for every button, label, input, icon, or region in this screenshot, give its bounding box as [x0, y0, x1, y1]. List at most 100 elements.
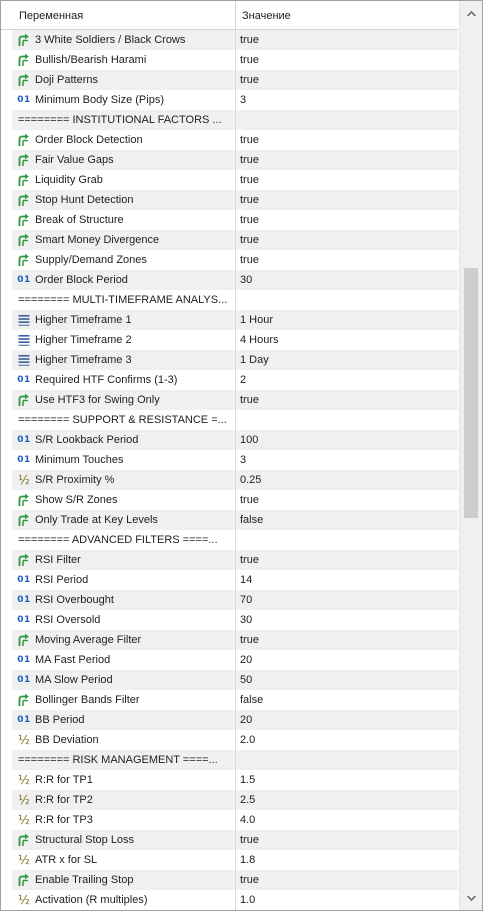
parameter-row[interactable]: Enable Trailing Stop true	[12, 870, 458, 890]
parameter-value-cell[interactable]: false	[240, 690, 458, 710]
parameter-value-cell[interactable]: 1.5	[240, 770, 458, 790]
parameter-value-cell[interactable]: 14	[240, 570, 458, 590]
parameter-row[interactable]: Structural Stop Loss true	[12, 830, 458, 850]
parameter-value-cell[interactable]: false	[240, 510, 458, 530]
parameter-value-cell[interactable]: 20	[240, 650, 458, 670]
parameter-row[interactable]: Use HTF3 for Swing Only true	[12, 390, 458, 410]
parameter-row[interactable]: ½ Activation (R multiples) 1.0	[12, 890, 458, 910]
parameter-value-cell[interactable]: true	[240, 150, 458, 170]
parameter-value-cell[interactable]: true	[240, 630, 458, 650]
parameter-row[interactable]: RSI Filter true	[12, 550, 458, 570]
parameter-value-cell[interactable]: 1 Hour	[240, 310, 458, 330]
section-separator-row[interactable]: ======== MULTI-TIMEFRAME ANALYS...	[12, 290, 458, 310]
parameter-row[interactable]: 01 S/R Lookback Period 100	[12, 430, 458, 450]
parameter-name-cell: 01 S/R Lookback Period	[12, 430, 236, 450]
parameter-row[interactable]: 01 Order Block Period 30	[12, 270, 458, 290]
chevron-up-icon[interactable]	[460, 5, 482, 22]
parameter-value-cell[interactable]: true	[240, 210, 458, 230]
parameter-value-cell[interactable]: 50	[240, 670, 458, 690]
parameter-value-cell[interactable]: true	[240, 70, 458, 90]
parameter-name-cell: ======== MULTI-TIMEFRAME ANALYS...	[12, 290, 236, 310]
parameter-row[interactable]: ½ R:R for TP3 4.0	[12, 810, 458, 830]
parameter-row[interactable]: 01 RSI Overbought 70	[12, 590, 458, 610]
parameter-row[interactable]: Only Trade at Key Levels false	[12, 510, 458, 530]
parameter-value-cell[interactable]: true	[240, 130, 458, 150]
parameter-row[interactable]: 01 Required HTF Confirms (1-3) 2	[12, 370, 458, 390]
parameter-row[interactable]: Show S/R Zones true	[12, 490, 458, 510]
parameter-value-cell[interactable]: 100	[240, 430, 458, 450]
parameter-value-cell[interactable]: true	[240, 170, 458, 190]
parameter-row[interactable]: Supply/Demand Zones true	[12, 250, 458, 270]
chevron-down-icon[interactable]	[460, 889, 482, 906]
parameter-value-cell[interactable]: true	[240, 390, 458, 410]
parameter-row[interactable]: 01 Minimum Touches 3	[12, 450, 458, 470]
parameter-value-cell[interactable]: 2.5	[240, 790, 458, 810]
parameter-value-cell[interactable]: true	[240, 30, 458, 50]
parameter-value-cell[interactable]	[240, 530, 458, 550]
section-separator-row[interactable]: ======== RISK MANAGEMENT ====...	[12, 750, 458, 770]
parameter-row[interactable]: Liquidity Grab true	[12, 170, 458, 190]
column-header-name[interactable]: Переменная	[12, 1, 236, 29]
parameter-value-cell[interactable]: true	[240, 190, 458, 210]
section-separator-row[interactable]: ======== ADVANCED FILTERS ====...	[12, 530, 458, 550]
parameter-value-cell[interactable]: true	[240, 550, 458, 570]
parameter-value-cell[interactable]: true	[240, 230, 458, 250]
parameter-value-cell[interactable]	[240, 110, 458, 130]
parameter-row[interactable]: 3 White Soldiers / Black Crows true	[12, 30, 458, 50]
parameter-row[interactable]: ½ R:R for TP1 1.5	[12, 770, 458, 790]
parameter-row[interactable]: Moving Average Filter true	[12, 630, 458, 650]
parameter-value-cell[interactable]: 0.25	[240, 470, 458, 490]
parameter-row[interactable]: ½ R:R for TP2 2.5	[12, 790, 458, 810]
parameter-value-cell[interactable]: 4 Hours	[240, 330, 458, 350]
parameter-value-cell[interactable]: 2	[240, 370, 458, 390]
parameter-value-cell[interactable]: 3	[240, 90, 458, 110]
parameter-value-cell[interactable]: 70	[240, 590, 458, 610]
parameter-row[interactable]: 01 MA Fast Period 20	[12, 650, 458, 670]
parameter-value-cell[interactable]: 1 Day	[240, 350, 458, 370]
parameter-row[interactable]: 01 RSI Oversold 30	[12, 610, 458, 630]
parameter-row[interactable]: 01 RSI Period 14	[12, 570, 458, 590]
parameter-value-cell[interactable]: 2.0	[240, 730, 458, 750]
parameter-row[interactable]: Break of Structure true	[12, 210, 458, 230]
parameter-row[interactable]: ½ ATR x for SL 1.8	[12, 850, 458, 870]
section-separator-row[interactable]: ======== SUPPORT & RESISTANCE =...	[12, 410, 458, 430]
parameter-row[interactable]: Smart Money Divergence true	[12, 230, 458, 250]
scrollbar-thumb[interactable]	[464, 268, 478, 518]
parameter-value-cell[interactable]: true	[240, 50, 458, 70]
parameter-row[interactable]: ½ S/R Proximity % 0.25	[12, 470, 458, 490]
parameter-value-cell[interactable]: true	[240, 870, 458, 890]
parameter-value-cell[interactable]: 1.8	[240, 850, 458, 870]
parameter-value-cell[interactable]: 30	[240, 610, 458, 630]
parameter-row[interactable]: Higher Timeframe 2 4 Hours	[12, 330, 458, 350]
bool-arrow-icon	[17, 633, 31, 647]
parameter-value-cell[interactable]: 1.0	[240, 890, 458, 910]
parameter-value-cell[interactable]	[240, 410, 458, 430]
parameter-value-cell[interactable]	[240, 750, 458, 770]
parameter-value-cell[interactable]: true	[240, 250, 458, 270]
column-header-value[interactable]: Значение	[236, 1, 458, 29]
parameter-row[interactable]: 01 BB Period 20	[12, 710, 458, 730]
parameter-row[interactable]: Bollinger Bands Filter false	[12, 690, 458, 710]
parameter-row[interactable]: 01 Minimum Body Size (Pips) 3	[12, 90, 458, 110]
parameter-value-cell[interactable]: true	[240, 830, 458, 850]
parameter-row[interactable]: Stop Hunt Detection true	[12, 190, 458, 210]
parameter-row[interactable]: Doji Patterns true	[12, 70, 458, 90]
parameter-value-cell[interactable]: 4.0	[240, 810, 458, 830]
parameter-name-label: ======== ADVANCED FILTERS ====...	[18, 534, 218, 546]
parameter-value-cell[interactable]: 30	[240, 270, 458, 290]
parameter-row[interactable]: Higher Timeframe 1 1 Hour	[12, 310, 458, 330]
parameter-row[interactable]: ½ BB Deviation 2.0	[12, 730, 458, 750]
parameter-name-label: Smart Money Divergence	[35, 234, 160, 246]
parameter-value-cell[interactable]: 20	[240, 710, 458, 730]
parameter-value-cell[interactable]	[240, 290, 458, 310]
parameter-row[interactable]: Order Block Detection true	[12, 130, 458, 150]
parameter-row[interactable]: 01 MA Slow Period 50	[12, 670, 458, 690]
section-separator-row[interactable]: ======== INSTITUTIONAL FACTORS ...	[12, 110, 458, 130]
parameter-value-cell[interactable]: 3	[240, 450, 458, 470]
parameter-row[interactable]: Fair Value Gaps true	[12, 150, 458, 170]
vertical-scrollbar[interactable]	[459, 1, 482, 910]
parameter-value-cell[interactable]: true	[240, 490, 458, 510]
parameter-row[interactable]: Higher Timeframe 3 1 Day	[12, 350, 458, 370]
parameter-name-cell: Doji Patterns	[12, 70, 236, 90]
parameter-row[interactable]: Bullish/Bearish Harami true	[12, 50, 458, 70]
